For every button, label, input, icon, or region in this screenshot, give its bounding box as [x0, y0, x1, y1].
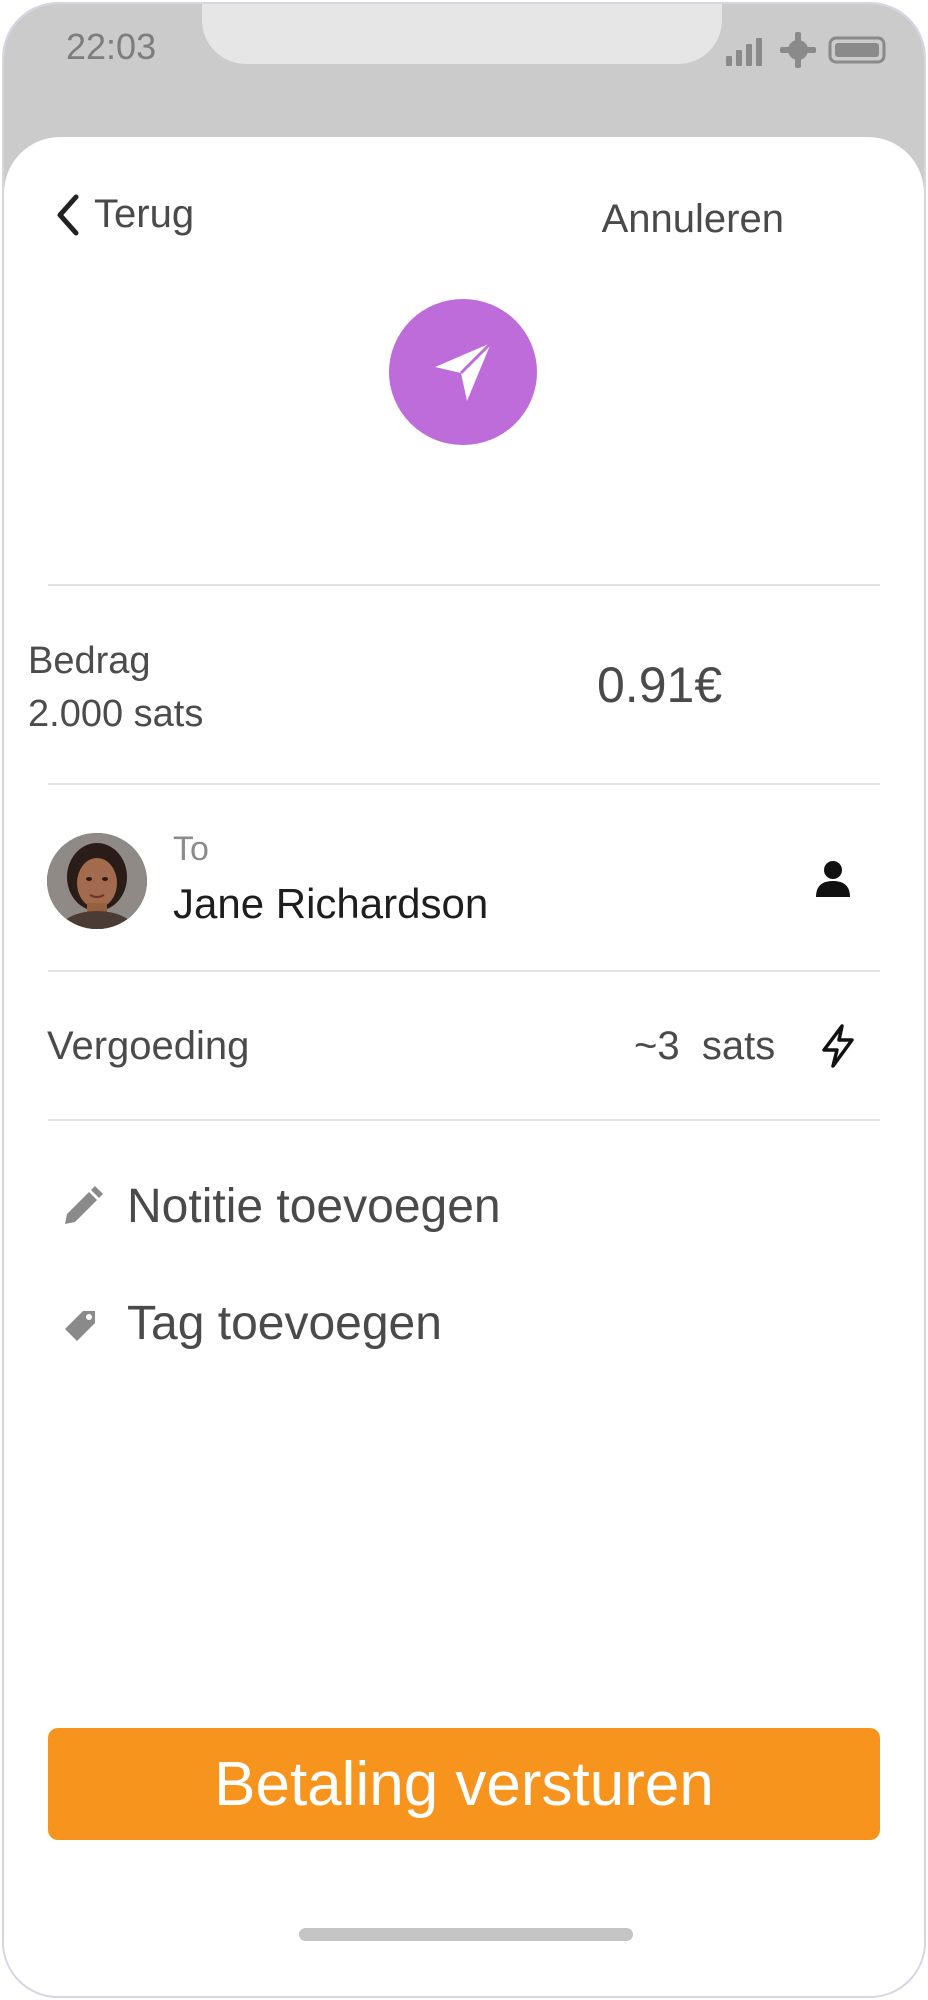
to-label: To [173, 830, 209, 868]
cancel-button[interactable]: Annuleren [602, 197, 784, 242]
recipient-name: Jane Richardson [173, 880, 489, 927]
divider [48, 783, 880, 785]
avatar-portrait [47, 833, 147, 929]
phone-frame: 22:03 Terug Annuleren Bedrag 2.000 sats … [2, 2, 926, 1998]
fee-value: ~3 sats [634, 1024, 776, 1068]
tag-icon [65, 1310, 95, 1341]
person-icon[interactable] [814, 859, 852, 897]
divider [48, 584, 880, 586]
back-label: Terug [94, 192, 195, 236]
send-icon [435, 341, 493, 401]
notch [202, 4, 722, 64]
signal-icon [726, 38, 762, 66]
battery-icon [828, 36, 886, 64]
divider [48, 1119, 880, 1121]
amount-sats: 2.000 sats [28, 693, 204, 735]
divider [48, 970, 880, 972]
add-tag-label: Tag toevoegen [127, 1297, 442, 1350]
avatar [47, 833, 147, 929]
status-time: 22:03 [66, 26, 157, 67]
add-note-button[interactable]: Notitie toevoegen [59, 1179, 501, 1234]
fee-label: Vergoeding [47, 1024, 250, 1068]
send-icon-badge [389, 299, 537, 445]
chevron-left-icon [57, 194, 79, 235]
wifi-icon [780, 32, 816, 68]
status-icons [726, 32, 886, 68]
amount-title: Bedrag [28, 640, 151, 682]
add-tag-button[interactable]: Tag toevoegen [59, 1296, 442, 1351]
send-payment-button[interactable]: Betaling versturen [48, 1728, 880, 1840]
lightning-icon [822, 1024, 854, 1068]
pencil-icon [65, 1185, 103, 1224]
amount-fiat: 0.91€ [597, 657, 723, 713]
home-indicator [299, 1928, 633, 1941]
add-note-label: Notitie toevoegen [127, 1180, 501, 1233]
back-button[interactable]: Terug [54, 192, 194, 237]
